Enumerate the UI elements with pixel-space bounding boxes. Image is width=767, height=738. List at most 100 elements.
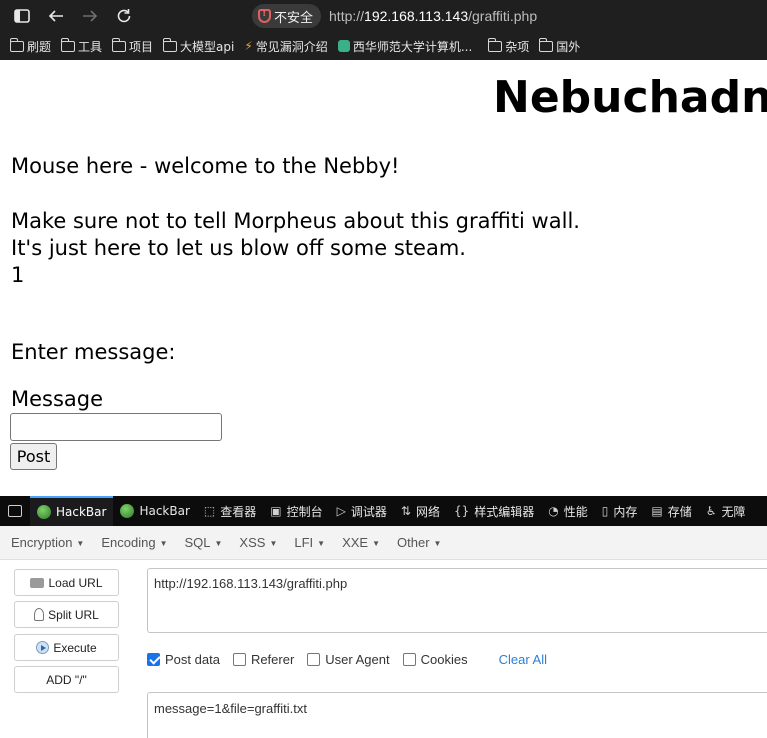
shield-warning-icon — [258, 8, 271, 23]
bookmark-item[interactable]: 西华师范大学计算机... — [337, 38, 473, 55]
option-cookies[interactable]: Cookies — [402, 652, 468, 667]
tab-debugger[interactable]: ▷ 调试器 — [330, 496, 394, 526]
option-label: User Agent — [325, 651, 390, 667]
folder-icon — [60, 37, 76, 52]
menu-label: LFI — [294, 535, 314, 550]
caret-down-icon: ▼ — [372, 539, 381, 549]
url-text[interactable]: http://192.168.113.143/graffiti.php — [329, 8, 537, 24]
checkbox[interactable] — [402, 652, 416, 666]
tab-label: 存储 — [667, 504, 692, 519]
split-url-button[interactable]: Split URL — [14, 601, 119, 628]
tab-console[interactable]: ▣ 控制台 — [263, 496, 329, 526]
folder-icon — [538, 37, 554, 52]
reload-icon[interactable] — [112, 0, 136, 32]
tab-label: HackBar — [139, 504, 190, 518]
tab-label: HackBar — [56, 505, 107, 519]
tab-label: 控制台 — [286, 504, 323, 519]
menu-encryption[interactable]: Encryption ▼ — [11, 535, 84, 550]
tab-performance[interactable]: ◔ 性能 — [541, 496, 595, 526]
load-icon — [30, 577, 45, 588]
checkbox[interactable] — [307, 652, 321, 666]
tab-inspector[interactable]: ⬚ 查看器 — [197, 496, 263, 526]
option-user-agent[interactable]: User Agent — [307, 651, 390, 667]
sidebar-toggle-icon[interactable] — [10, 0, 34, 32]
folder-icon — [487, 37, 503, 52]
bolt-icon: ⚡ — [244, 39, 253, 53]
caret-down-icon: ▼ — [159, 539, 168, 549]
bookmark-item[interactable]: 项目 — [111, 37, 153, 55]
bookmark-item[interactable]: ⚡ 常见漏洞介绍 — [244, 38, 327, 55]
steam-text: It's just here to let us blow off some s… — [11, 236, 466, 260]
tab-label: 网络 — [415, 504, 440, 519]
hackbar-icon — [37, 505, 51, 519]
bookmark-label: 杂项 — [505, 39, 530, 54]
performance-icon: ◔ — [548, 504, 559, 518]
checkbox-checked[interactable] — [147, 652, 160, 666]
bookmark-label: 国外 — [556, 39, 581, 54]
bookmark-item[interactable]: 工具 — [60, 37, 102, 55]
hackbar-menu: Encryption ▼ Encoding ▼ SQL ▼ XSS ▼ LFI ▼ XXE… — [0, 526, 767, 560]
bookmark-item[interactable]: 国外 — [538, 37, 581, 55]
menu-label: XXE — [342, 535, 369, 550]
menu-xxe[interactable]: XXE ▼ — [342, 535, 380, 550]
execute-button[interactable]: Execute — [14, 634, 119, 661]
browser-toolbar: 不安全 http://192.168.113.143/graffiti.php — [0, 0, 767, 32]
bookmarks-bar: 刷题 工具 项目 大模型api ⚡ 常见漏洞介绍 西华师范大学计算机... 杂项 … — [0, 32, 767, 60]
menu-encoding[interactable]: Encoding ▼ — [101, 535, 167, 550]
folder-icon — [111, 37, 127, 52]
option-label: Post data — [165, 651, 220, 667]
element-picker-icon[interactable] — [0, 496, 30, 526]
forward-arrow-icon[interactable] — [78, 0, 102, 32]
tab-storage[interactable]: ▤ 存储 — [644, 496, 698, 526]
tab-style-editor[interactable]: {} 样式编辑器 — [447, 496, 541, 526]
scissors-icon — [34, 608, 45, 621]
tab-hackbar[interactable]: HackBar — [113, 496, 196, 526]
welcome-text: Mouse here - welcome to the Nebby! — [11, 154, 400, 178]
caret-down-icon: ▼ — [317, 539, 326, 549]
url-host: 192.168.113.143 — [364, 8, 469, 24]
caret-down-icon: ▼ — [433, 539, 442, 549]
memory-icon: ▯ — [601, 504, 609, 518]
post-button[interactable]: Post — [10, 443, 57, 470]
tab-label: 内存 — [613, 504, 638, 519]
address-bar[interactable]: 不安全 http://192.168.113.143/graffiti.php — [252, 4, 537, 28]
warning-text: Make sure not to tell Morpheus about thi… — [11, 209, 580, 233]
tab-hackbar-active[interactable]: HackBar — [30, 496, 114, 526]
menu-sql[interactable]: SQL ▼ — [184, 535, 222, 550]
console-icon: ▣ — [270, 504, 282, 518]
bookmark-label: 西华师范大学计算机... — [352, 39, 473, 54]
bookmark-item[interactable]: 刷题 — [9, 37, 52, 55]
message-input[interactable] — [10, 413, 222, 441]
hackbar-icon — [120, 504, 135, 518]
checkbox[interactable] — [232, 652, 246, 666]
tab-network[interactable]: ⇅ 网络 — [394, 496, 447, 526]
menu-other[interactable]: Other ▼ — [397, 535, 441, 550]
add-slash-button[interactable]: ADD "/" — [14, 666, 119, 693]
menu-xss[interactable]: XSS ▼ — [239, 535, 277, 550]
button-label: Load URL — [48, 575, 103, 590]
bookmark-item[interactable]: 大模型api — [162, 37, 234, 55]
url-path: /graffiti.php — [468, 8, 538, 24]
bookmark-item[interactable]: 杂项 — [487, 37, 530, 55]
clear-all-link[interactable]: Clear All — [499, 652, 547, 667]
url-textarea[interactable]: http://192.168.113.143/graffiti.php — [147, 568, 767, 633]
load-url-button[interactable]: Load URL — [14, 569, 119, 596]
tab-memory[interactable]: ▯ 内存 — [595, 496, 645, 526]
tab-accessibility[interactable]: ♿ 无障 — [699, 496, 753, 526]
menu-label: XSS — [239, 535, 266, 550]
security-indicator[interactable]: 不安全 — [252, 4, 322, 28]
post-data-textarea[interactable]: message=1&file=graffiti.txt — [147, 692, 767, 738]
option-referer[interactable]: Referer — [232, 651, 295, 667]
button-label: Execute — [53, 640, 97, 655]
enter-message-label: Enter message: — [11, 340, 176, 364]
bookmark-label: 刷题 — [27, 39, 52, 54]
option-post-data[interactable]: Post data — [147, 652, 220, 667]
back-arrow-icon[interactable] — [44, 0, 68, 32]
url-scheme: http:// — [329, 8, 365, 24]
security-label: 不安全 — [274, 10, 314, 26]
option-label: Referer — [250, 651, 295, 667]
devtools-tabbar: HackBar HackBar ⬚ 查看器 ▣ 控制台 ▷ 调试器 ⇅ 网络 {} 样式编… — [0, 496, 767, 526]
graffiti-content: 1 — [11, 263, 25, 287]
menu-lfi[interactable]: LFI ▼ — [294, 535, 325, 550]
storage-icon: ▤ — [651, 504, 663, 518]
